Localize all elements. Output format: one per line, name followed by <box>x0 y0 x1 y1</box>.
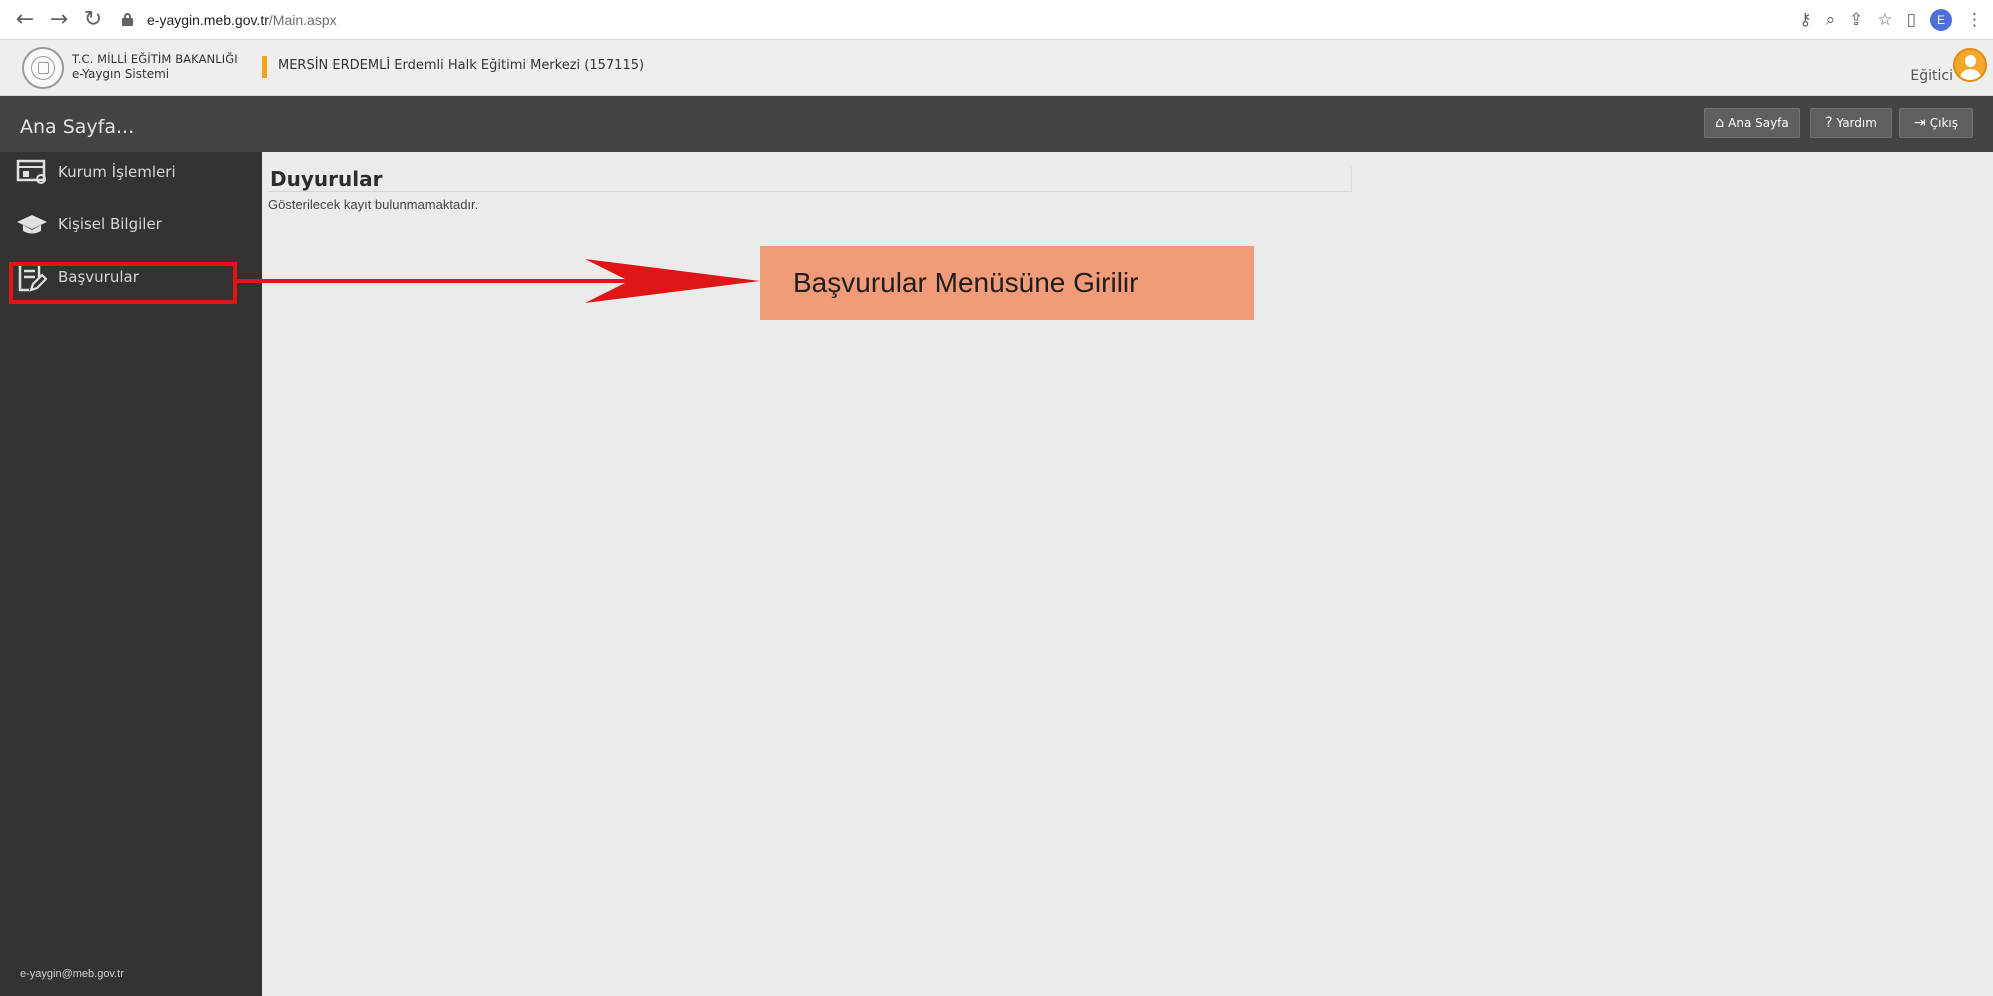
callout-text: Başvurular Menüsüne Girilir <box>793 267 1139 298</box>
annotation-arrow <box>237 259 760 303</box>
ministry-name: T.C. MİLLİ EĞİTİM BAKANLIĞI <box>72 52 238 66</box>
institution-icon <box>12 157 52 187</box>
url-text: e-yaygin.meb.gov.tr/Main.aspx <box>147 12 337 28</box>
footer-email[interactable]: e-yaygin@meb.gov.tr <box>20 968 124 980</box>
share-icon[interactable]: ⇪ <box>1849 10 1863 30</box>
url-host: e-yaygin.meb.gov.tr <box>147 11 269 28</box>
logout-icon: ⇥ <box>1914 115 1926 131</box>
url-path: /Main.aspx <box>268 11 337 28</box>
sidepanel-icon[interactable]: ▯ <box>1907 10 1916 30</box>
back-icon[interactable]: ← <box>8 3 42 37</box>
help-button[interactable]: ? Yardım <box>1810 108 1892 138</box>
app-header: T.C. MİLLİ EĞİTİM BAKANLIĞI e-Yaygın Sis… <box>0 40 1993 96</box>
help-button-label: Yardım <box>1836 116 1877 130</box>
empty-message: Gösterilecek kayıt bulunmamaktadır. <box>268 197 479 212</box>
reload-icon[interactable]: ↻ <box>76 3 110 37</box>
sidebar-item-kurum-islemleri[interactable]: Kurum İşlemleri <box>12 151 236 193</box>
profile-icon[interactable]: E <box>1930 9 1952 31</box>
page-title: Ana Sayfa... <box>20 116 135 138</box>
browser-toolbar: ← → ↻ e-yaygin.meb.gov.tr/Main.aspx ⚷ ⌕ … <box>0 0 1993 40</box>
sidebar-item-kisisel-bilgiler[interactable]: Kişisel Bilgiler <box>12 203 236 245</box>
sidebar-item-label: Kurum İşlemleri <box>58 163 176 181</box>
announcements-title: Duyurular <box>270 167 383 191</box>
system-name: e-Yaygın Sistemi <box>72 67 170 81</box>
home-button[interactable]: ⌂ Ana Sayfa <box>1704 108 1800 138</box>
zoom-icon[interactable]: ⌕ <box>1826 10 1836 30</box>
menu-icon[interactable]: ⋮ <box>1966 10 1983 30</box>
star-icon[interactable]: ☆ <box>1877 10 1892 30</box>
sidebar-item-label: Kişisel Bilgiler <box>58 215 162 233</box>
logout-button-label: Çıkış <box>1929 116 1958 130</box>
forward-icon[interactable]: → <box>42 3 76 37</box>
page-toolbar: Ana Sayfa... ⌂ Ana Sayfa ? Yardım ⇥ Çıkı… <box>0 96 1993 152</box>
graduation-cap-icon <box>12 209 52 239</box>
annotation-callout: Başvurular Menüsüne Girilir <box>760 246 1254 320</box>
ministry-logo-icon <box>22 47 64 89</box>
user-avatar-icon[interactable] <box>1953 48 1987 82</box>
brand: T.C. MİLLİ EĞİTİM BAKANLIĞI e-Yaygın Sis… <box>72 52 238 82</box>
address-bar[interactable]: e-yaygin.meb.gov.tr/Main.aspx <box>122 5 337 35</box>
announcements-header: Duyurular <box>268 166 1352 192</box>
user-role[interactable]: Eğitici <box>1910 68 1953 84</box>
lock-icon <box>122 13 133 26</box>
home-icon: ⌂ <box>1715 115 1725 131</box>
help-icon: ? <box>1825 115 1833 131</box>
institution-accent-bar <box>262 56 267 78</box>
institution-name: MERSİN ERDEMLİ Erdemli Halk Eğitimi Merk… <box>278 58 645 73</box>
home-button-label: Ana Sayfa <box>1728 116 1789 130</box>
logout-button[interactable]: ⇥ Çıkış <box>1899 108 1973 138</box>
basvurular-highlight-box <box>9 262 237 304</box>
key-icon[interactable]: ⚷ <box>1799 10 1811 30</box>
